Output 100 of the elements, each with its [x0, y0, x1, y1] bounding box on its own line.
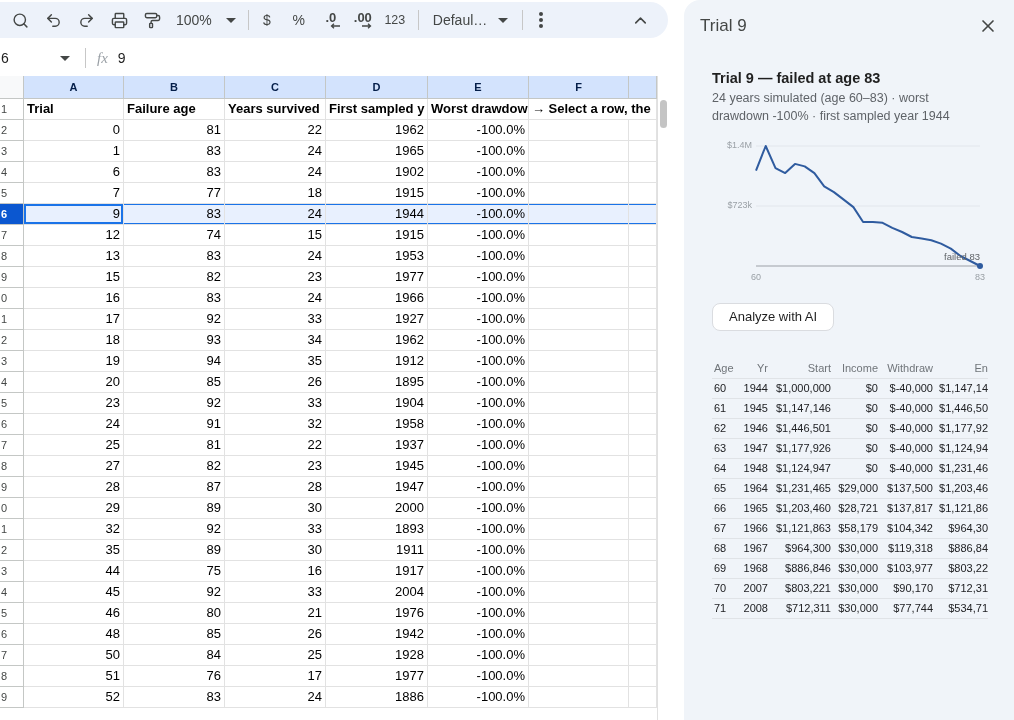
table-cell-text: 65 [713, 481, 728, 497]
row-number[interactable]: 4 [0, 372, 24, 393]
row-number[interactable]: 1 [0, 309, 24, 330]
column-header[interactable]: D [326, 76, 428, 99]
row-number[interactable]: 8 [0, 666, 24, 687]
column-header[interactable]: E [428, 76, 529, 99]
row-number[interactable]: 9 [0, 267, 24, 288]
table-cell-text: $1,177,926 [774, 441, 831, 457]
table-cell: 52 [24, 687, 124, 708]
table-cell-text: $1,000,000 [774, 381, 831, 397]
row-number[interactable]: 3 [0, 561, 24, 582]
table-cell-text: $1,147,146 [774, 401, 831, 417]
table-cell-text: $0 [864, 441, 878, 457]
table-cell-text: $30,000 [837, 601, 878, 617]
caret-icon [225, 17, 236, 23]
table-cell: -100.0% [428, 372, 529, 393]
row-number[interactable]: 4 [0, 162, 24, 183]
row-number[interactable]: 1 [0, 99, 24, 120]
name-box[interactable]: 6 [0, 45, 74, 71]
font-dropdown[interactable]: Defaul… [428, 6, 513, 34]
header-cell: First sampled y [326, 99, 428, 120]
table-cell: 26 [225, 372, 326, 393]
row-number[interactable]: 5 [0, 603, 24, 624]
column-header[interactable]: F [529, 76, 629, 99]
table-cell: 83 [124, 141, 225, 162]
table-cell: 85 [124, 624, 225, 645]
table-cell-text: 1968 [742, 561, 768, 577]
table-cell: 1928 [326, 645, 428, 666]
row-number[interactable]: 2 [0, 120, 24, 141]
row-number[interactable]: 2 [0, 330, 24, 351]
row-number[interactable]: 1 [0, 519, 24, 540]
undo-icon [44, 11, 62, 29]
zoom-dropdown[interactable]: 100% [174, 6, 238, 34]
table-cell: 26 [225, 624, 326, 645]
row-number[interactable]: 9 [0, 687, 24, 708]
row-number[interactable]: 6 [0, 414, 24, 435]
percent-format-button[interactable]: % [284, 6, 313, 34]
formula-field[interactable]: 9 [117, 46, 668, 70]
column-header[interactable]: A [24, 76, 124, 99]
table-cell: -100.0% [428, 246, 529, 267]
column-header: Age [713, 361, 735, 377]
table-cell: 23 [225, 456, 326, 477]
row-number[interactable]: 5 [0, 393, 24, 414]
table-cell: 1912 [326, 351, 428, 372]
table-cell: 33 [225, 582, 326, 603]
table-cell: 17 [225, 666, 326, 687]
analyze-button[interactable]: Analyze with AI [712, 303, 835, 331]
row-number[interactable]: 9 [0, 477, 24, 498]
column-header: Yr [756, 361, 768, 377]
table-cell: -100.0% [428, 330, 529, 351]
scrollbar-thumb[interactable] [659, 100, 667, 128]
table-cell-text: $1,203,46 [938, 481, 988, 497]
row-number[interactable]: 4 [0, 582, 24, 603]
row-number[interactable]: 3 [0, 351, 24, 372]
table-cell: 23 [225, 267, 326, 288]
table-cell: -100.0% [428, 645, 529, 666]
row-number[interactable]: 0 [0, 288, 24, 309]
row-number[interactable]: 0 [0, 498, 24, 519]
increase-decimal-button[interactable]: .00 [348, 6, 377, 34]
table-cell: 1902 [326, 162, 428, 183]
row-number[interactable]: 8 [0, 456, 24, 477]
row-number[interactable]: 7 [0, 645, 24, 666]
table-cell: -100.0% [428, 225, 529, 246]
table-cell: -100.0% [428, 666, 529, 687]
row-number[interactable]: 3 [0, 141, 24, 162]
table-cell: 24 [24, 414, 124, 435]
table-cell-text: 1965 [742, 501, 768, 517]
currency-format-button[interactable]: $ [252, 6, 281, 34]
column-header[interactable]: C [225, 76, 326, 99]
table-cell: 35 [24, 540, 124, 561]
table-cell-text: $712,311 [784, 601, 831, 617]
arrow-left-icon [329, 22, 340, 29]
row-number[interactable]: 5 [0, 183, 24, 204]
table-cell: 46 [24, 603, 124, 624]
column-header[interactable]: B [124, 76, 225, 99]
table-cell: 51 [24, 666, 124, 687]
table-cell: 28 [24, 477, 124, 498]
row-number[interactable]: 2 [0, 540, 24, 561]
table-cell: 80 [124, 603, 225, 624]
table-cell: 92 [124, 309, 225, 330]
row-number[interactable]: 6 [0, 204, 24, 225]
row-number[interactable]: 7 [0, 435, 24, 456]
search-icon [11, 11, 29, 29]
table-cell: 82 [124, 456, 225, 477]
redo-icon [77, 11, 95, 29]
table-cell: 45 [24, 582, 124, 603]
row-number[interactable]: 8 [0, 246, 24, 267]
column-header: En [973, 361, 988, 377]
table-cell-text: 1964 [742, 481, 768, 497]
table-cell: -100.0% [428, 204, 529, 225]
row-number[interactable]: 7 [0, 225, 24, 246]
decrease-decimal-button[interactable]: .0 [316, 6, 345, 34]
number-format-button[interactable]: 123 [380, 6, 409, 34]
axis-label: $1.4M [727, 140, 752, 151]
table-cell: -100.0% [428, 267, 529, 288]
table-cell: 15 [225, 225, 326, 246]
table-cell-text: $803,221 [784, 581, 831, 597]
header-cell: Trial [24, 99, 124, 120]
table-cell-text: $964,300 [784, 541, 831, 557]
row-number[interactable]: 6 [0, 624, 24, 645]
